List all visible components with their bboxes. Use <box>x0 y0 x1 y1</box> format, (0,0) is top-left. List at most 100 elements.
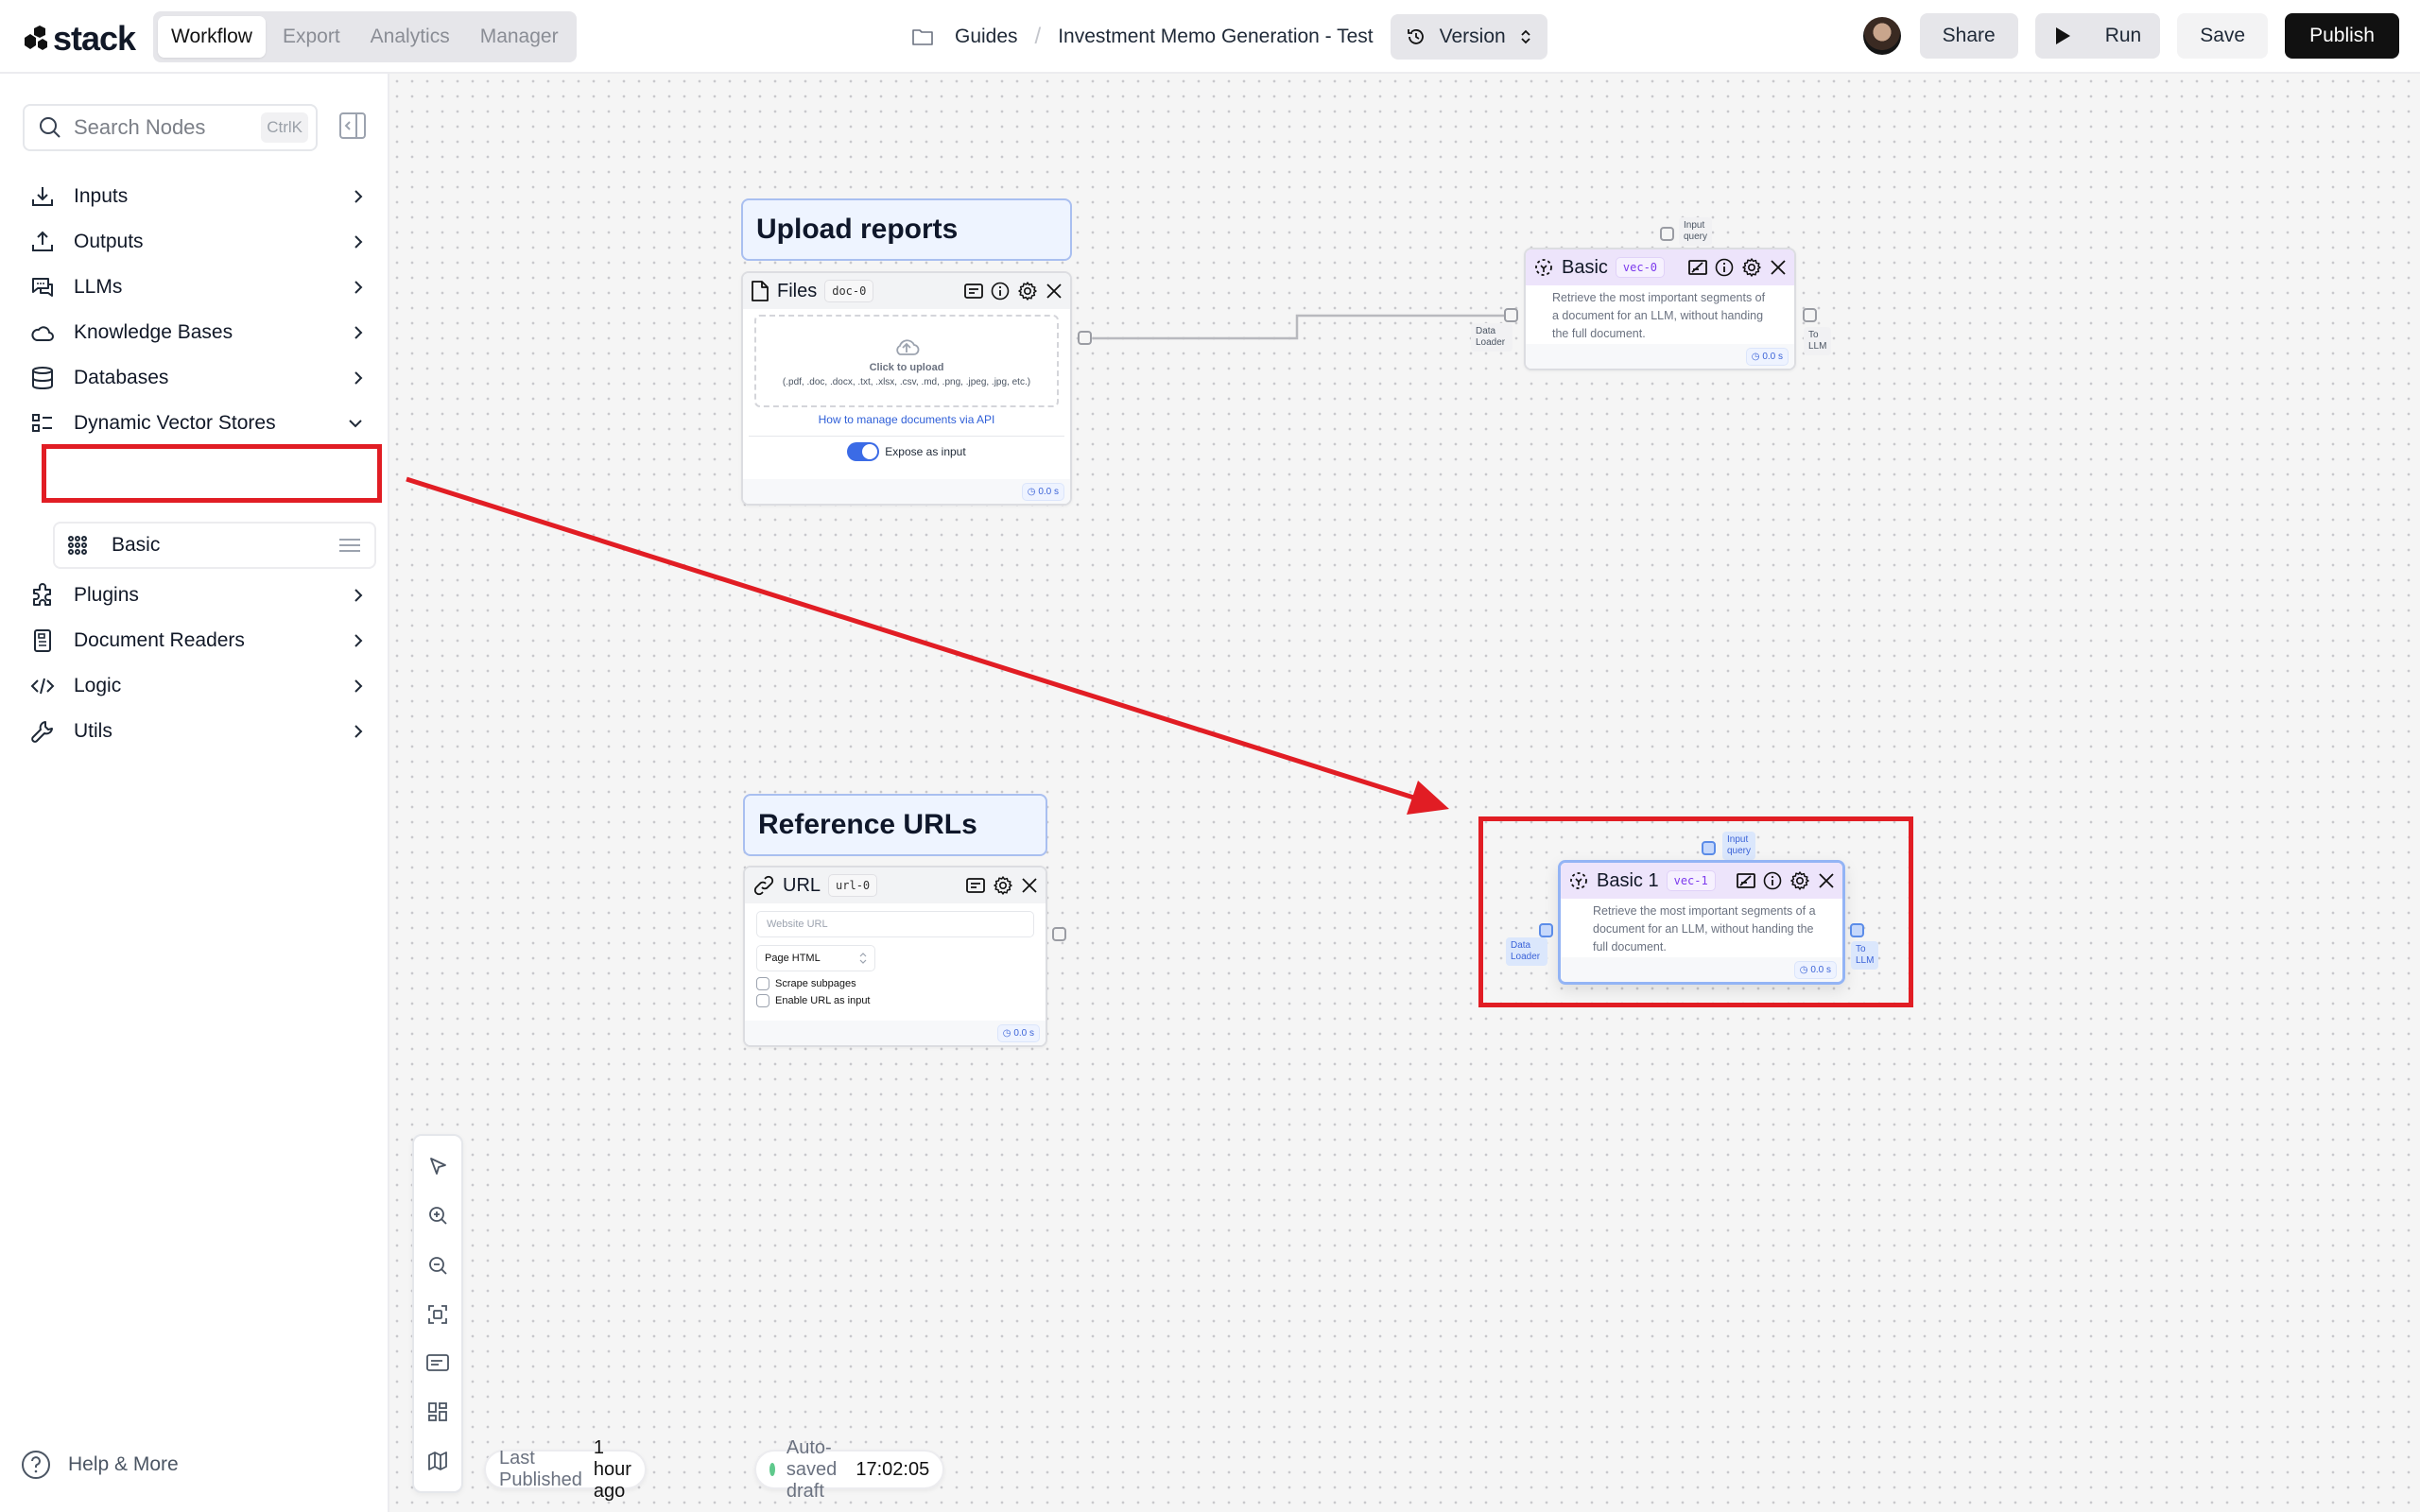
logo[interactable]: stack <box>21 19 136 59</box>
note-icon[interactable] <box>426 1353 449 1372</box>
zoom-in-icon[interactable] <box>427 1205 448 1226</box>
publish-button[interactable]: Publish <box>2285 13 2399 59</box>
vec-0-title: Basic <box>1562 256 1608 278</box>
group-title-reference-urls[interactable]: Reference URLs <box>743 794 1047 856</box>
map-icon[interactable] <box>427 1451 448 1471</box>
fit-view-icon[interactable] <box>427 1304 448 1325</box>
info-icon[interactable] <box>991 282 1010 301</box>
user-avatar[interactable] <box>1862 17 1901 55</box>
enable-url-input-checkbox[interactable]: Enable URL as input <box>756 994 1046 1007</box>
workflow-canvas[interactable] <box>389 74 2420 1512</box>
api-docs-link[interactable]: How to manage documents via API <box>743 413 1070 426</box>
sidebar-subitem-basic[interactable]: Basic <box>53 522 376 569</box>
layout-icon[interactable] <box>427 1401 448 1422</box>
drag-handle-icon[interactable] <box>338 537 361 554</box>
website-url-input[interactable]: Website URL <box>756 911 1034 937</box>
url-output-handle[interactable] <box>1052 927 1066 941</box>
vector-store-node-basic[interactable]: Basic vec-0 Retrieve the most important … <box>1524 248 1796 370</box>
help-menu[interactable]: Help & More <box>21 1450 179 1480</box>
sidebar-item-logic[interactable]: Logic <box>0 663 389 709</box>
run-button[interactable]: Run <box>2034 13 2161 59</box>
tab-analytics[interactable]: Analytics <box>357 16 463 58</box>
gear-icon[interactable] <box>1741 257 1762 278</box>
project-title[interactable]: Investment Memo Generation - Test <box>1058 26 1373 48</box>
group-title-upload-reports[interactable]: Upload reports <box>741 198 1072 261</box>
tab-export[interactable]: Export <box>269 16 354 58</box>
sidebar-item-label: Knowledge Bases <box>74 321 233 343</box>
cloud-icon <box>31 326 54 341</box>
url-node[interactable]: URL url-0 Website URL Page HTML Scrape s… <box>743 866 1047 1047</box>
upload-file-types: (.pdf, .doc, .docx, .txt, .xlsx, .csv, .… <box>782 376 1031 387</box>
files-node[interactable]: Files doc-0 Click to upload (.pdf, .doc,… <box>741 271 1072 506</box>
url-node-header: URL url-0 <box>745 868 1046 903</box>
search-placeholder: Search Nodes <box>74 115 206 139</box>
canvas-toolbar <box>412 1134 463 1493</box>
sidebar-item-label: Logic <box>74 675 122 696</box>
help-label: Help & More <box>68 1453 179 1475</box>
chevron-down-icon <box>349 420 362 428</box>
main-tabs: Workflow Export Analytics Manager <box>153 11 577 62</box>
files-output-handle[interactable] <box>1078 331 1092 345</box>
pointer-icon[interactable] <box>427 1156 448 1177</box>
scrape-subpages-label: Scrape subpages <box>775 978 856 989</box>
vec-0-data-loader-handle[interactable] <box>1504 308 1518 322</box>
chevron-right-icon <box>354 190 363 203</box>
header-actions: Share Run Save Publish <box>1862 13 2399 59</box>
node-categories: Inputs Outputs LLMs Knowledge Bases Data… <box>0 174 389 446</box>
notes-icon[interactable] <box>964 283 983 300</box>
save-button[interactable]: Save <box>2177 13 2269 59</box>
sidebar-subitem-label: Basic <box>112 534 161 556</box>
vec-0-to-llm-handle[interactable] <box>1803 308 1817 322</box>
file-upload-dropzone[interactable]: Click to upload (.pdf, .doc, .docx, .txt… <box>754 315 1059 407</box>
url-node-timer: ◷ 0.0 s <box>996 1023 1040 1042</box>
run-label: Run <box>2104 25 2142 46</box>
sidebar-item-llms[interactable]: LLMs <box>0 265 389 310</box>
checkbox-box[interactable] <box>756 994 769 1007</box>
vec-0-tag: vec-0 <box>1615 257 1666 278</box>
sidebar-item-document-readers[interactable]: Document Readers <box>0 618 389 663</box>
search-input[interactable]: Search Nodes CtrlK <box>23 104 318 151</box>
upload-icon <box>32 231 53 251</box>
vec-0-input-query-handle[interactable] <box>1660 227 1674 241</box>
timer-value: 0.0 s <box>1762 351 1783 362</box>
files-node-footer: ◷ 0.0 s <box>743 479 1070 504</box>
grid-dots-icon <box>68 536 87 555</box>
sidebar-item-inputs[interactable]: Inputs <box>0 174 389 219</box>
chevron-right-icon <box>354 326 363 339</box>
tab-manager[interactable]: Manager <box>467 16 572 58</box>
sidebar-item-databases[interactable]: Databases <box>0 355 389 401</box>
tab-workflow[interactable]: Workflow <box>158 16 266 58</box>
sidebar-item-dynamic-vector-stores[interactable]: Dynamic Vector Stores <box>0 401 389 446</box>
chevron-right-icon <box>354 725 363 738</box>
share-button[interactable]: Share <box>1919 13 2018 59</box>
info-icon[interactable] <box>1715 258 1734 277</box>
top-bar: stack Workflow Export Analytics Manager … <box>0 0 2420 74</box>
gear-icon[interactable] <box>993 875 1013 896</box>
link-icon <box>753 875 774 896</box>
edit-note-icon[interactable] <box>1688 259 1707 276</box>
node-categories-continued: Plugins Document Readers Logic Utils <box>0 573 389 754</box>
notes-icon[interactable] <box>966 877 985 894</box>
scrape-subpages-checkbox[interactable]: Scrape subpages <box>756 977 1046 990</box>
sidebar-item-label: Utils <box>74 720 112 742</box>
sidebar-item-label: Inputs <box>74 185 129 207</box>
gear-icon[interactable] <box>1017 281 1038 301</box>
sidebar-item-utils[interactable]: Utils <box>0 709 389 754</box>
expose-input-toggle[interactable] <box>847 442 880 461</box>
vec-0-timer: ◷ 0.0 s <box>1745 347 1789 366</box>
sidebar-item-plugins[interactable]: Plugins <box>0 573 389 618</box>
group-title-text: Upload reports <box>756 214 959 245</box>
sidebar-item-outputs[interactable]: Outputs <box>0 219 389 265</box>
close-icon[interactable] <box>1021 877 1038 894</box>
sidebar-item-knowledge-bases[interactable]: Knowledge Bases <box>0 310 389 355</box>
page-mode-select[interactable]: Page HTML <box>756 945 875 971</box>
close-icon[interactable] <box>1770 259 1787 276</box>
checkbox-box[interactable] <box>756 977 769 990</box>
folder-icon <box>912 29 933 45</box>
close-icon[interactable] <box>1046 283 1063 300</box>
breadcrumb-folder[interactable]: Guides <box>955 26 1018 48</box>
version-selector[interactable]: Version <box>1390 14 1547 60</box>
vec-0-data-loader-label: Data Loader <box>1471 323 1512 352</box>
collapse-sidebar-icon[interactable] <box>338 112 367 140</box>
zoom-out-icon[interactable] <box>427 1255 448 1276</box>
